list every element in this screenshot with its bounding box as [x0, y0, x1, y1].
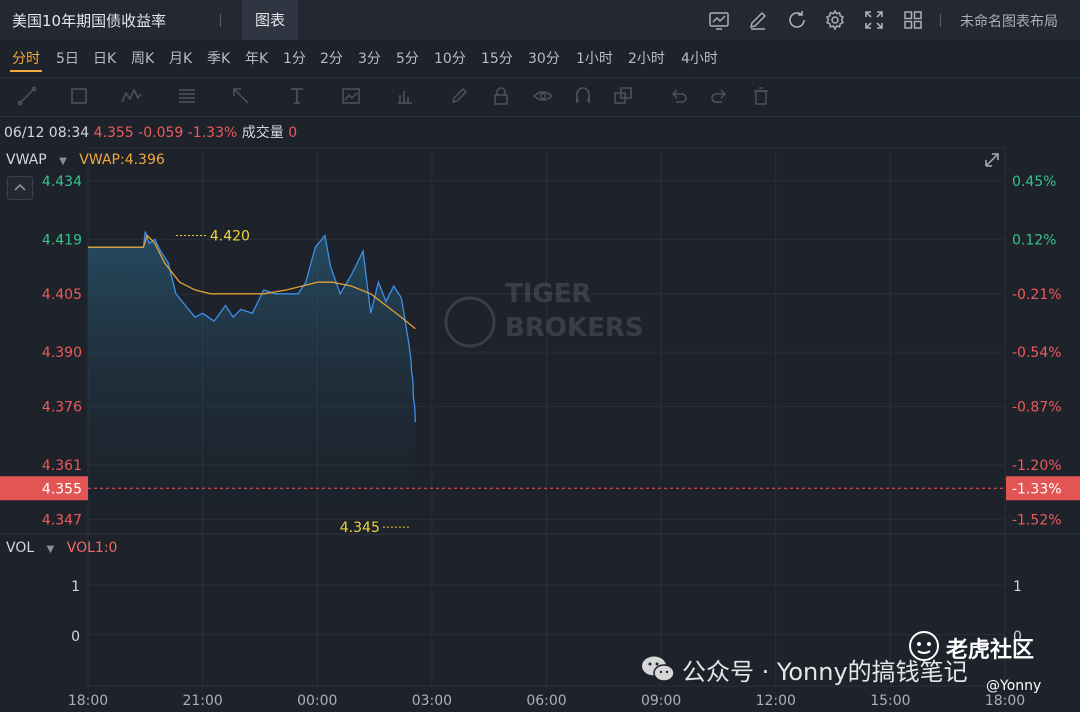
vol-tick-left: 0 — [71, 629, 80, 645]
y-tick-left: 4.347 — [42, 512, 82, 528]
volume-indicator-label[interactable]: VOL ▼ VOL1:0 — [6, 540, 117, 556]
y-tick-right: -1.20% — [1012, 458, 1062, 474]
watermark-user: @Yonny — [986, 678, 1042, 694]
x-tick-label: 06:00 — [526, 693, 566, 709]
tiger-watermark: TIGER BROKERS — [444, 279, 644, 348]
current-price-tag-text: 4.355 — [42, 481, 82, 497]
y-tick-left: 4.419 — [42, 232, 82, 248]
y-tick-right: -0.87% — [1012, 400, 1062, 416]
y-tick-left: 4.376 — [42, 400, 82, 416]
y-tick-left: 4.434 — [42, 174, 82, 190]
x-tick-label: 15:00 — [870, 693, 910, 709]
caret-down-icon[interactable]: ▼ — [59, 156, 67, 167]
x-tick-label: 12:00 — [756, 693, 796, 709]
price-chart[interactable]: TIGER BROKERS 4.420 4.345 4.434 0.45% 4.419… — [0, 0, 1080, 712]
wechat-icon — [642, 656, 675, 682]
caret-down-icon[interactable]: ▼ — [47, 544, 55, 555]
current-pct-tag-text: -1.33% — [1012, 481, 1062, 497]
y-tick-left: 4.405 — [42, 287, 82, 303]
x-tick-label: 18:00 — [985, 693, 1025, 709]
collapse-panel-button[interactable] — [7, 176, 33, 200]
watermark-account: 公众号 · Yonny的搞钱笔记 — [682, 658, 968, 686]
x-tick-label: 03:00 — [412, 693, 452, 709]
y-tick-right: -1.52% — [1012, 512, 1062, 528]
y-tick-left: 4.390 — [42, 345, 82, 361]
watermark-text-brokers: BROKERS — [505, 313, 644, 343]
x-tick-label: 18:00 — [68, 693, 108, 709]
expand-chart-icon[interactable] — [985, 153, 999, 167]
x-tick-label: 09:00 — [641, 693, 681, 709]
chevron-up-icon — [14, 183, 26, 191]
y-tick-right: -0.21% — [1012, 287, 1062, 303]
y-tick-left: 4.361 — [42, 458, 82, 474]
vol-tick-left: 1 — [71, 579, 80, 595]
low-marker-label: 4.345 — [340, 520, 380, 536]
vol-tick-right: 1 — [1013, 579, 1022, 595]
y-tick-right: -0.54% — [1012, 345, 1062, 361]
vwap-indicator-label[interactable]: VWAP ▼ VWAP:4.396 — [6, 152, 165, 168]
vwap-value: VWAP:4.396 — [79, 152, 165, 168]
x-tick-label: 00:00 — [297, 693, 337, 709]
y-tick-right: 0.45% — [1012, 174, 1056, 190]
y-tick-right: 0.12% — [1012, 232, 1056, 248]
high-marker-label: 4.420 — [210, 229, 250, 245]
x-tick-label: 21:00 — [182, 693, 222, 709]
watermark-text-tiger: TIGER — [505, 279, 592, 309]
vol-name: VOL — [6, 540, 35, 556]
vwap-name: VWAP — [6, 152, 47, 168]
vol-value: VOL1:0 — [66, 540, 118, 556]
